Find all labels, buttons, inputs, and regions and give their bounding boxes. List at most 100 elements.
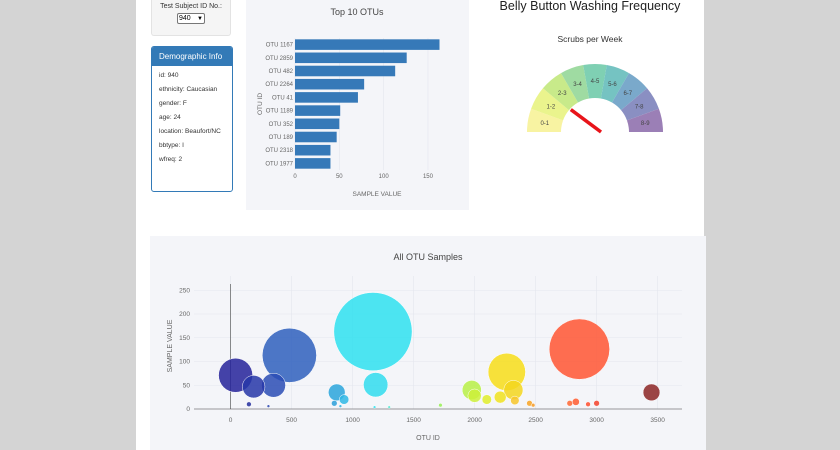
bar-y-tick-label: OTU 2859	[265, 56, 293, 62]
top10-bar-chart: Top 10 OTUs 0 50 100 150 OTU 1167 OTU 2859 OTU …	[246, 0, 469, 210]
bubble-point	[438, 403, 443, 408]
bar-x-axis-label: SAMPLE VALUE	[352, 191, 402, 198]
subject-id-select[interactable]: 940 ▼	[177, 13, 205, 24]
bubble-x-tick-label: 0	[229, 417, 233, 424]
bar-y-tick-label: OTU 482	[269, 69, 294, 75]
bubble-chart-title: All OTU Samples	[393, 252, 463, 262]
bar-mark	[295, 144, 331, 156]
bubble-point	[246, 401, 252, 407]
bubble-y-tick-label: 200	[179, 311, 190, 318]
bar-y-tick-label: OTU 41	[272, 95, 294, 101]
bubble-point	[266, 404, 271, 408]
gauge-title: Belly Button Washing Frequency	[500, 0, 682, 13]
bar-mark	[295, 158, 331, 169]
gauge-segment-label: 4-5	[591, 79, 600, 85]
demographic-line: location: Beaufort/NC	[159, 128, 221, 135]
dashboard-page: Test Subject ID No.: 940 ▼ Demographic I…	[136, 0, 706, 450]
bubble-point	[242, 375, 266, 399]
bubble-point	[585, 401, 591, 407]
bubble-chart-svg: All OTU Samples0501001502002500 500 1000 15…	[167, 252, 682, 442]
bar-mark	[295, 131, 337, 143]
bar-y-axis-label: OTU ID	[257, 93, 264, 115]
bubble-point	[530, 403, 536, 408]
bubble-point	[642, 383, 661, 402]
subject-id-value: 940	[179, 15, 191, 22]
right-background	[704, 0, 840, 450]
bar-mark	[295, 92, 358, 103]
bar-mark	[295, 65, 396, 77]
bubble-point	[333, 292, 413, 371]
left-background	[0, 0, 136, 450]
bubble-point	[331, 400, 338, 407]
bubble-point	[467, 388, 482, 403]
subject-selector-well: Test Subject ID No.: 940 ▼	[151, 0, 231, 36]
gauge-needle	[569, 108, 603, 134]
gauge-svg: Belly Button Washing Frequency Scrubs per…	[500, 0, 682, 134]
bubble-point	[566, 400, 573, 407]
bubble-x-tick-label: 1000	[345, 417, 360, 424]
bar-y-tick-label: OTU 1977	[265, 161, 293, 167]
bubble-point	[481, 394, 492, 405]
bubble-y-tick-label: 100	[179, 359, 190, 366]
bar-y-tick-label: OTU 2318	[265, 148, 293, 154]
bubble-point	[372, 405, 377, 409]
demographic-line: gender: F	[159, 100, 187, 107]
gauge-segment-label: 3-4	[573, 82, 582, 88]
bar-x-tick-label: 150	[423, 174, 434, 180]
bar-mark	[295, 118, 340, 130]
bubble-x-tick-label: 1500	[406, 417, 421, 424]
gauge-segment-label: 2-3	[558, 91, 567, 97]
gauge-segment-label: 1-2	[546, 105, 555, 111]
demographic-line: id: 940	[159, 72, 179, 79]
subject-selector-label: Test Subject ID No.:	[160, 3, 222, 10]
bubble-y-tick-label: 250	[179, 287, 190, 294]
gauge-subtitle: Scrubs per Week	[557, 34, 623, 44]
bubble-y-axis-label: SAMPLE VALUE	[167, 319, 174, 372]
chevron-down-icon: ▼	[197, 16, 203, 22]
bubble-y-tick-label: 0	[186, 406, 190, 413]
bubble-x-tick-label: 3500	[650, 417, 665, 424]
bar-mark	[295, 52, 407, 64]
bar-y-tick-label: OTU 1189	[266, 109, 294, 115]
bar-mark	[295, 39, 440, 50]
bar-x-tick-label: 50	[336, 174, 343, 180]
bubble-point	[387, 405, 391, 409]
bubble-x-tick-label: 3000	[589, 417, 604, 424]
bar-chart-title: Top 10 OTUs	[330, 7, 384, 17]
bar-y-tick-label: OTU 1167	[266, 43, 294, 49]
gauge-segment-label: 7-8	[635, 105, 644, 111]
bar-x-tick-label: 100	[379, 174, 390, 180]
bubble-x-axis-label: OTU ID	[416, 435, 440, 442]
bar-mark	[295, 105, 341, 116]
bar-y-tick-label: OTU 352	[269, 122, 294, 128]
demographic-line: ethnicity: Caucasian	[159, 86, 218, 93]
bar-chart-svg: Top 10 OTUs 0 50 100 150 OTU 1167 OTU 2859 OTU …	[257, 7, 440, 198]
demographic-line: age: 24	[159, 114, 181, 121]
bubble-point	[572, 398, 580, 406]
bubble-y-tick-label: 150	[179, 335, 190, 342]
demographic-line: wfreq: 2	[159, 156, 183, 163]
bubble-point	[339, 394, 350, 405]
demographic-panel-title: Demographic Info	[152, 47, 232, 66]
demographic-panel: Demographic Info id: 940 ethnicity: Cauca…	[151, 46, 233, 192]
bubble-x-tick-label: 500	[286, 417, 297, 424]
bubble-point	[493, 390, 507, 404]
bar-mark	[295, 78, 365, 90]
demographic-line: bbtype: I	[159, 142, 184, 149]
bubble-point	[510, 395, 520, 406]
bar-y-tick-label: OTU 2264	[265, 82, 293, 88]
bubble-point	[363, 372, 389, 398]
bubble-y-tick-label: 50	[183, 382, 191, 389]
demographic-list: id: 940 ethnicity: Caucasian gender: F age:…	[152, 66, 232, 164]
gauge-segment-label: 0-1	[540, 121, 549, 127]
bubble-point	[593, 400, 600, 407]
gauge-segment-label: 5-6	[608, 82, 617, 88]
bar-y-tick-label: OTU 189	[269, 135, 294, 141]
gauge-segment-label: 6-7	[623, 91, 632, 97]
wash-frequency-gauge: Belly Button Washing Frequency Scrubs per…	[476, 0, 701, 210]
bubble-point	[338, 404, 343, 408]
bubble-x-tick-label: 2500	[528, 417, 543, 424]
bubble-point	[261, 373, 286, 398]
otu-bubble-chart: All OTU Samples 0 50 100 150 200 250 0 500 1000 15…	[150, 236, 706, 450]
bar-x-tick-label: 0	[293, 174, 297, 180]
